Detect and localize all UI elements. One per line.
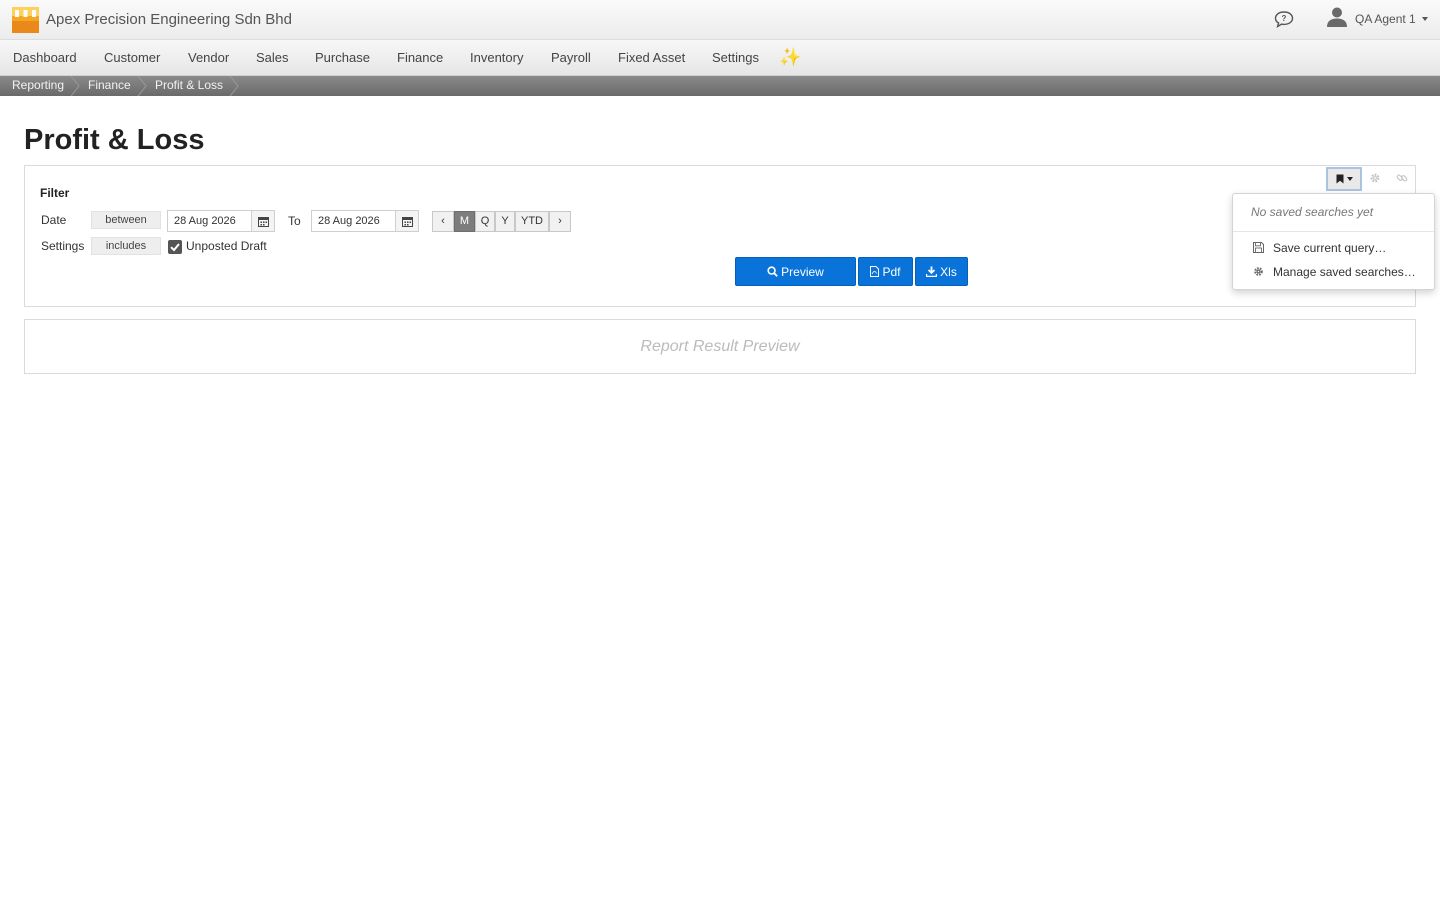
date-from-calendar-button[interactable] bbox=[251, 210, 275, 232]
period-prev-button[interactable]: ‹ bbox=[432, 211, 454, 232]
settings-operator[interactable]: includes bbox=[91, 237, 161, 255]
save-current-query-item[interactable]: Save current query… bbox=[1233, 237, 1434, 259]
save-icon bbox=[1253, 242, 1264, 253]
svg-text:?: ? bbox=[1282, 14, 1287, 23]
sparkle-icon[interactable]: ✨ bbox=[779, 47, 801, 68]
saved-searches-empty-text: No saved searches yet bbox=[1251, 205, 1374, 219]
breadcrumb-reporting[interactable]: Reporting bbox=[12, 76, 64, 96]
company-logo-icon[interactable] bbox=[12, 7, 39, 33]
user-name[interactable]: QA Agent 1 bbox=[1355, 12, 1416, 26]
main-menu: Dashboard Customer Vendor Sales Purchase… bbox=[0, 40, 1440, 76]
saved-searches-dropdown: No saved searches yet Save current query… bbox=[1232, 193, 1435, 290]
pdf-file-icon bbox=[870, 266, 880, 277]
unposted-draft-label[interactable]: Unposted Draft bbox=[186, 239, 267, 253]
unposted-draft-checkbox[interactable] bbox=[168, 240, 182, 254]
settings-label: Settings bbox=[41, 239, 85, 253]
manage-saved-searches-item[interactable]: Manage saved searches… bbox=[1233, 261, 1434, 283]
dropdown-divider bbox=[1233, 231, 1434, 232]
saved-searches-button[interactable] bbox=[1326, 167, 1362, 191]
breadcrumb-separator-icon bbox=[70, 76, 80, 96]
report-result-panel: Report Result Preview bbox=[24, 319, 1416, 374]
breadcrumb-profit-loss[interactable]: Profit & Loss bbox=[155, 76, 223, 96]
filter-heading: Filter bbox=[40, 186, 70, 200]
date-to-input[interactable] bbox=[311, 210, 396, 232]
pdf-button[interactable]: Pdf bbox=[858, 257, 913, 286]
check-icon bbox=[170, 243, 180, 252]
top-bar: Apex Precision Engineering Sdn Bhd ? QA … bbox=[0, 0, 1440, 40]
report-result-placeholder: Report Result Preview bbox=[640, 338, 800, 355]
gear-icon bbox=[1254, 267, 1263, 276]
menu-item-sales[interactable]: Sales bbox=[256, 50, 289, 65]
menu-item-fixed-asset[interactable]: Fixed Asset bbox=[618, 50, 685, 65]
user-avatar-icon[interactable] bbox=[1326, 6, 1348, 28]
period-year-button[interactable]: Y bbox=[495, 211, 515, 232]
period-quarter-button[interactable]: Q bbox=[475, 211, 495, 232]
chat-icon[interactable]: ? bbox=[1274, 10, 1294, 28]
save-current-query-label: Save current query… bbox=[1273, 241, 1387, 255]
breadcrumb-separator-icon bbox=[137, 76, 147, 96]
chevron-down-icon bbox=[1346, 177, 1353, 181]
date-label: Date bbox=[41, 213, 67, 227]
menu-item-settings[interactable]: Settings bbox=[712, 50, 759, 65]
gear-icon[interactable] bbox=[1369, 172, 1381, 184]
date-to-label: To bbox=[288, 214, 301, 228]
company-name: Apex Precision Engineering Sdn Bhd bbox=[46, 11, 292, 28]
breadcrumb-separator-icon bbox=[229, 76, 239, 96]
xls-button-label: Xls bbox=[940, 264, 957, 279]
calendar-icon bbox=[257, 216, 269, 227]
preview-button[interactable]: Preview bbox=[735, 257, 856, 286]
menu-item-purchase[interactable]: Purchase bbox=[315, 50, 370, 65]
date-to-calendar-button[interactable] bbox=[395, 210, 419, 232]
calendar-icon bbox=[401, 216, 413, 227]
date-operator[interactable]: between bbox=[91, 211, 161, 229]
menu-item-finance[interactable]: Finance bbox=[397, 50, 443, 65]
user-menu-caret-icon[interactable] bbox=[1422, 17, 1428, 21]
menu-item-inventory[interactable]: Inventory bbox=[470, 50, 523, 65]
menu-item-payroll[interactable]: Payroll bbox=[551, 50, 591, 65]
breadcrumb-finance[interactable]: Finance bbox=[88, 76, 131, 96]
menu-item-dashboard[interactable]: Dashboard bbox=[13, 50, 77, 65]
page-title: Profit & Loss bbox=[24, 124, 205, 156]
link-icon[interactable] bbox=[1396, 172, 1408, 184]
pdf-button-label: Pdf bbox=[882, 264, 901, 279]
download-icon bbox=[926, 266, 938, 277]
period-next-button[interactable]: › bbox=[549, 211, 571, 232]
menu-item-customer[interactable]: Customer bbox=[104, 50, 160, 65]
preview-button-label: Preview bbox=[781, 264, 824, 279]
menu-item-vendor[interactable]: Vendor bbox=[188, 50, 229, 65]
period-ytd-button[interactable]: YTD bbox=[515, 211, 549, 232]
period-month-button[interactable]: M bbox=[454, 211, 475, 232]
breadcrumb: Reporting Finance Profit & Loss bbox=[0, 76, 1440, 96]
xls-button[interactable]: Xls bbox=[915, 257, 968, 286]
manage-saved-searches-label: Manage saved searches… bbox=[1273, 265, 1416, 279]
filter-panel: Filter Date between To ‹ M Q Y YTD › Set… bbox=[24, 165, 1416, 307]
bookmark-icon bbox=[1336, 174, 1343, 184]
date-from-input[interactable] bbox=[167, 210, 252, 232]
search-icon bbox=[767, 266, 778, 277]
